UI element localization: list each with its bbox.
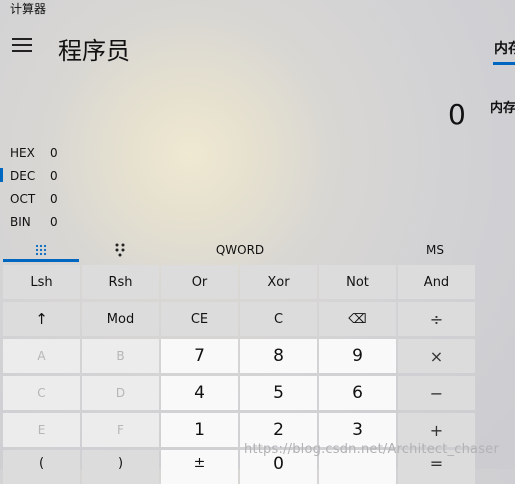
key-lsh[interactable]: Lsh bbox=[3, 265, 80, 299]
key-close-paren[interactable]: ) bbox=[82, 450, 159, 484]
base-dec-label: DEC bbox=[10, 168, 36, 183]
backspace-icon[interactable]: ⌫ bbox=[319, 302, 396, 336]
base-hex-label: HEX bbox=[10, 145, 35, 160]
key-subtract[interactable]: − bbox=[398, 376, 475, 410]
key-clear-entry[interactable]: CE bbox=[161, 302, 238, 336]
key-rsh[interactable]: Rsh bbox=[82, 265, 159, 299]
base-dec[interactable]: DEC 0 bbox=[0, 164, 70, 187]
keypad-tab-underline bbox=[3, 259, 79, 262]
base-hex[interactable]: HEX 0 bbox=[10, 141, 70, 164]
key-hex-f[interactable]: F bbox=[82, 413, 159, 447]
window-title: 计算器 bbox=[10, 2, 47, 16]
key-hex-c[interactable]: C bbox=[3, 376, 80, 410]
word-size-button[interactable]: QWORD bbox=[200, 237, 280, 262]
key-hex-b[interactable]: B bbox=[82, 339, 159, 373]
base-bin-label: BIN bbox=[10, 214, 31, 229]
base-oct-label: OCT bbox=[10, 191, 36, 206]
key-7[interactable]: 7 bbox=[161, 339, 238, 373]
keypad-toolbar: QWORD MS bbox=[0, 237, 480, 262]
base-hex-value: 0 bbox=[50, 145, 58, 160]
result-display: 0 bbox=[448, 98, 466, 131]
memory-tab[interactable]: 内存 bbox=[494, 38, 515, 58]
key-open-paren[interactable]: ( bbox=[3, 450, 80, 484]
hamburger-icon[interactable] bbox=[12, 38, 32, 54]
key-8[interactable]: 8 bbox=[240, 339, 317, 373]
key-6[interactable]: 6 bbox=[319, 376, 396, 410]
key-multiply[interactable]: × bbox=[398, 339, 475, 373]
key-hex-e[interactable]: E bbox=[3, 413, 80, 447]
memory-panel-label: 内存 bbox=[490, 101, 515, 116]
memory-tab-underline bbox=[493, 62, 515, 65]
key-clear[interactable]: C bbox=[240, 302, 317, 336]
key-negate[interactable]: ± bbox=[161, 450, 238, 484]
key-mod[interactable]: Mod bbox=[82, 302, 159, 336]
key-hex-a[interactable]: A bbox=[3, 339, 80, 373]
base-bin[interactable]: BIN 0 bbox=[10, 210, 70, 233]
calculator-mode-title: 程序员 bbox=[58, 37, 130, 65]
bit-toggle-icon[interactable] bbox=[82, 237, 158, 262]
base-dec-value: 0 bbox=[50, 168, 58, 183]
key-xor[interactable]: Xor bbox=[240, 265, 317, 299]
key-divide[interactable]: ÷ bbox=[398, 302, 475, 336]
key-hex-d[interactable]: D bbox=[82, 376, 159, 410]
memory-store-button[interactable]: MS bbox=[410, 237, 460, 262]
base-oct-value: 0 bbox=[50, 191, 58, 206]
key-or[interactable]: Or bbox=[161, 265, 238, 299]
watermark: https://blog.csdn.net/Architect_chaser bbox=[244, 442, 499, 457]
key-9[interactable]: 9 bbox=[319, 339, 396, 373]
base-readouts: HEX 0 DEC 0 OCT 0 BIN 0 bbox=[0, 141, 70, 233]
key-and[interactable]: And bbox=[398, 265, 475, 299]
key-shift-up[interactable]: ↑ bbox=[3, 302, 80, 336]
base-oct[interactable]: OCT 0 bbox=[10, 187, 70, 210]
key-not[interactable]: Not bbox=[319, 265, 396, 299]
key-5[interactable]: 5 bbox=[240, 376, 317, 410]
key-1[interactable]: 1 bbox=[161, 413, 238, 447]
base-bin-value: 0 bbox=[50, 214, 58, 229]
key-4[interactable]: 4 bbox=[161, 376, 238, 410]
